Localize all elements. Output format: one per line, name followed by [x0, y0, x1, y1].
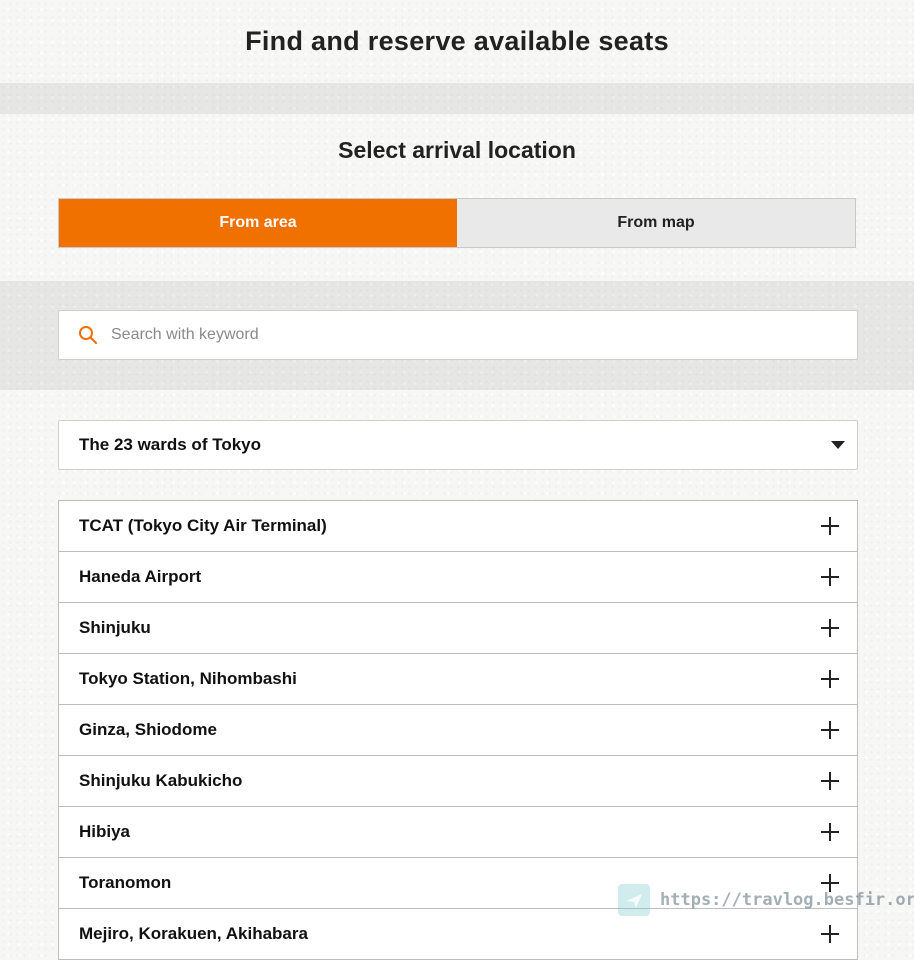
list-item[interactable]: Shinjuku [58, 603, 858, 654]
area-label: Shinjuku Kabukicho [79, 771, 243, 790]
list-item[interactable]: Haneda Airport [58, 552, 858, 603]
list-item[interactable]: Mejiro, Korakuen, Akihabara [58, 909, 858, 960]
area-label: Toranomon [79, 873, 172, 892]
region-select[interactable]: The 23 wards of Tokyo [58, 420, 858, 470]
search-box [58, 310, 858, 360]
list-item[interactable]: Shinjuku Kabukicho [58, 756, 858, 807]
tab-from-area[interactable]: From area [59, 199, 457, 247]
area-label: TCAT (Tokyo City Air Terminal) [79, 516, 327, 535]
page-title: Find and reserve available seats [245, 26, 669, 56]
area-label: Mejiro, Korakuen, Akihabara [79, 924, 308, 943]
area-label: Haneda Airport [79, 567, 202, 586]
plus-icon[interactable] [821, 874, 839, 892]
tab-from-map[interactable]: From map [457, 199, 855, 247]
plus-icon[interactable] [821, 925, 839, 943]
caret-down-icon [831, 441, 845, 449]
list-item[interactable]: Hibiya [58, 807, 858, 858]
plus-icon[interactable] [821, 670, 839, 688]
search-input[interactable] [109, 314, 857, 356]
plus-icon[interactable] [821, 823, 839, 841]
area-label: Ginza, Shiodome [79, 720, 217, 739]
plus-icon[interactable] [821, 721, 839, 739]
list-item[interactable]: Tokyo Station, Nihombashi [58, 654, 858, 705]
area-list: TCAT (Tokyo City Air Terminal) Haneda Ai… [58, 500, 858, 960]
area-label: Hibiya [79, 822, 131, 841]
plus-icon[interactable] [821, 517, 839, 535]
list-item[interactable]: Ginza, Shiodome [58, 705, 858, 756]
section-title: Select arrival location [338, 137, 576, 163]
region-select-value: The 23 wards of Tokyo [79, 435, 262, 454]
list-item[interactable]: TCAT (Tokyo City Air Terminal) [58, 501, 858, 552]
area-label: Tokyo Station, Nihombashi [79, 669, 297, 688]
list-item[interactable]: Toranomon [58, 858, 858, 909]
area-label: Shinjuku [79, 618, 151, 637]
location-mode-tabs: From area From map [58, 198, 856, 248]
plus-icon[interactable] [821, 772, 839, 790]
plus-icon[interactable] [821, 619, 839, 637]
header-band [0, 83, 914, 114]
search-icon [77, 324, 99, 346]
plus-icon[interactable] [821, 568, 839, 586]
